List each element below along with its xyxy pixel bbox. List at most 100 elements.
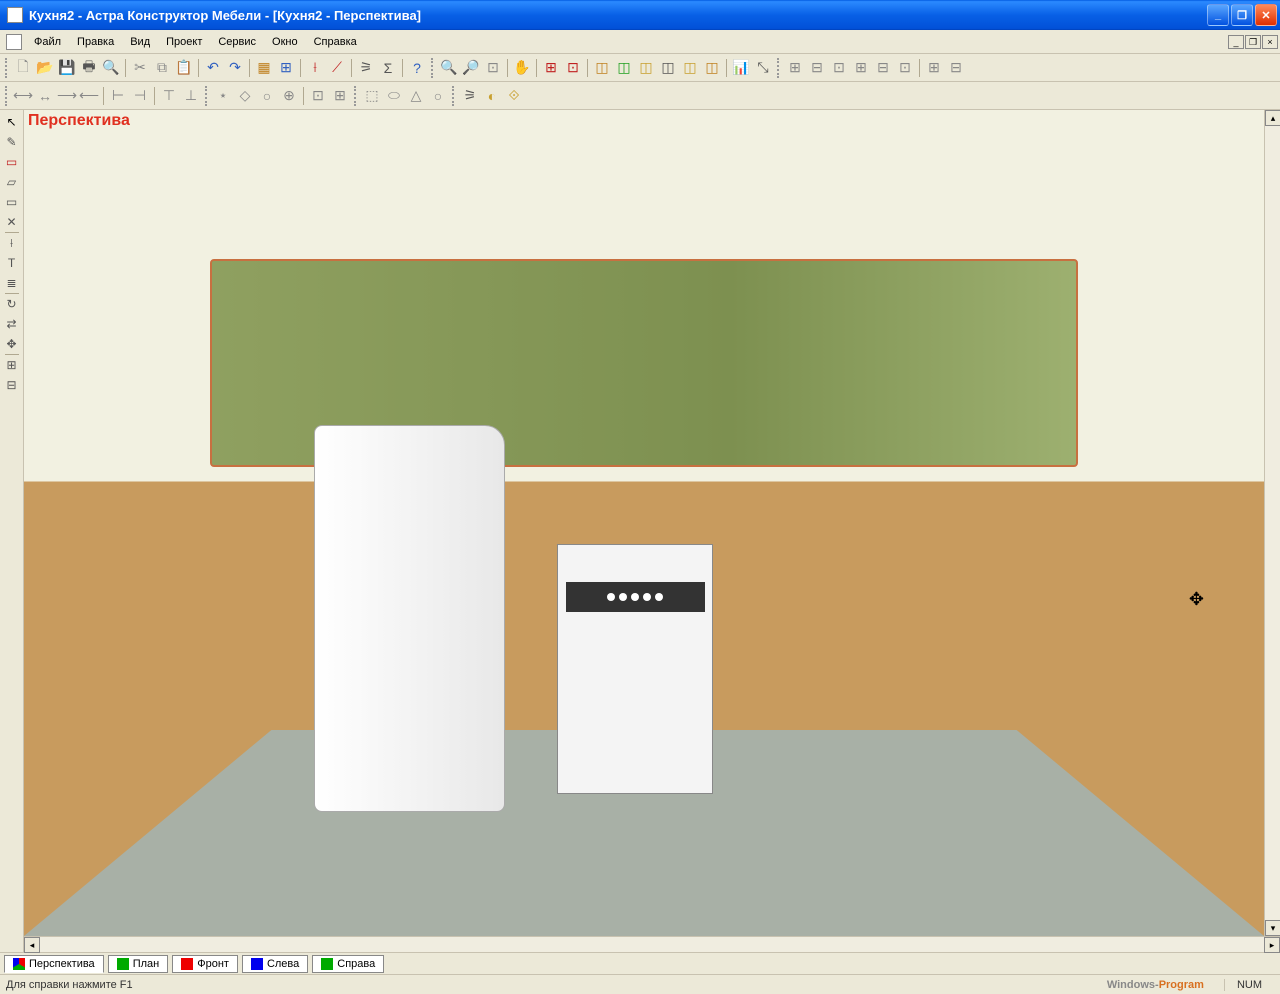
- menu-window[interactable]: Окно: [264, 32, 306, 52]
- render-3-icon[interactable]: ⟐: [503, 85, 525, 107]
- snap-6-icon[interactable]: ⊞: [329, 85, 351, 107]
- copy-icon[interactable]: ⧉: [151, 57, 173, 79]
- zoom-in-icon[interactable]: 🔍: [438, 57, 460, 79]
- dim-6-icon[interactable]: ⊣: [129, 85, 151, 107]
- box-b-icon[interactable]: ◫: [613, 57, 635, 79]
- dim-4-icon[interactable]: ⟵: [78, 85, 100, 107]
- new-icon[interactable]: 🗋: [12, 57, 34, 79]
- list-icon[interactable]: ≣: [2, 273, 22, 293]
- mdi-restore[interactable]: ❐: [1245, 35, 1261, 49]
- tab-left[interactable]: Слева: [242, 955, 308, 973]
- sum-icon[interactable]: Σ: [377, 57, 399, 79]
- redo-icon[interactable]: ↷: [224, 57, 246, 79]
- move-icon[interactable]: ✥: [2, 334, 22, 354]
- maximize-button[interactable]: ❐: [1231, 4, 1253, 26]
- ungroup-icon[interactable]: ⊟: [2, 375, 22, 395]
- chart-icon[interactable]: 📊: [730, 57, 752, 79]
- help-icon[interactable]: ?: [406, 57, 428, 79]
- mdi-minimize[interactable]: _: [1228, 35, 1244, 49]
- align-6-icon[interactable]: ⊡: [894, 57, 916, 79]
- delete-icon[interactable]: ✕: [2, 212, 22, 232]
- scrollbar-horizontal[interactable]: ◂ ▸: [24, 936, 1280, 952]
- close-button[interactable]: ✕: [1255, 4, 1277, 26]
- toolbar-grip[interactable]: [5, 86, 9, 106]
- diag-icon[interactable]: ⤡: [752, 57, 774, 79]
- dim-2-icon[interactable]: ↔: [34, 85, 56, 107]
- layer-icon[interactable]: ▦: [253, 57, 275, 79]
- tab-plan[interactable]: План: [108, 955, 169, 973]
- menu-help[interactable]: Справка: [306, 32, 365, 52]
- box-c-icon[interactable]: ◫: [635, 57, 657, 79]
- tab-front[interactable]: Фронт: [172, 955, 238, 973]
- align-1-icon[interactable]: ⊞: [784, 57, 806, 79]
- align-8-icon[interactable]: ⊟: [945, 57, 967, 79]
- wall-icon[interactable]: ▱: [2, 172, 22, 192]
- toolbar-grip[interactable]: [205, 86, 209, 106]
- toolbar-grip[interactable]: [431, 58, 435, 78]
- grid-icon[interactable]: ⊞: [275, 57, 297, 79]
- cut-icon[interactable]: ✂: [129, 57, 151, 79]
- select-icon[interactable]: ↖: [2, 112, 22, 132]
- undo-icon[interactable]: ↶: [202, 57, 224, 79]
- pan-icon[interactable]: ✋: [511, 57, 533, 79]
- align-3-icon[interactable]: ⊡: [828, 57, 850, 79]
- scroll-down-icon[interactable]: ▾: [1265, 920, 1280, 936]
- rect-icon[interactable]: ▭: [2, 192, 22, 212]
- mdi-icon[interactable]: [6, 34, 22, 50]
- dim-v-icon[interactable]: ⟊: [2, 233, 22, 253]
- box-d-icon[interactable]: ◫: [657, 57, 679, 79]
- menu-view[interactable]: Вид: [122, 32, 158, 52]
- group-icon[interactable]: ⊞: [2, 355, 22, 375]
- scroll-up-icon[interactable]: ▴: [1265, 110, 1280, 126]
- menu-service[interactable]: Сервис: [210, 32, 264, 52]
- scrollbar-vertical[interactable]: ▴ ▾: [1264, 110, 1280, 936]
- tool-b-icon[interactable]: ⟋: [326, 57, 348, 79]
- dim-5-icon[interactable]: ⊢: [107, 85, 129, 107]
- view-wire-icon[interactable]: ⊡: [562, 57, 584, 79]
- minimize-button[interactable]: _: [1207, 4, 1229, 26]
- shape-sphere-icon[interactable]: ○: [427, 85, 449, 107]
- shape-cone-icon[interactable]: △: [405, 85, 427, 107]
- zoom-fit-icon[interactable]: ⊡: [482, 57, 504, 79]
- menu-file[interactable]: Файл: [26, 32, 69, 52]
- zoom-out-icon[interactable]: 🔎: [460, 57, 482, 79]
- mirror-icon[interactable]: ⇄: [2, 314, 22, 334]
- toolbar-grip[interactable]: [777, 58, 781, 78]
- scroll-right-icon[interactable]: ▸: [1264, 937, 1280, 953]
- render-1-icon[interactable]: ⚞: [459, 85, 481, 107]
- snap-3-icon[interactable]: ○: [256, 85, 278, 107]
- box-e-icon[interactable]: ◫: [679, 57, 701, 79]
- align-4-icon[interactable]: ⊞: [850, 57, 872, 79]
- open-icon[interactable]: 📂: [34, 57, 56, 79]
- view-red-icon[interactable]: ⊞: [540, 57, 562, 79]
- edit-icon[interactable]: ✎: [2, 132, 22, 152]
- viewport-3d[interactable]: Перспектива ✥: [24, 110, 1264, 936]
- box-a-icon[interactable]: ◫: [591, 57, 613, 79]
- mdi-close[interactable]: ×: [1262, 35, 1278, 49]
- rotate-icon[interactable]: ↻: [2, 294, 22, 314]
- paste-icon[interactable]: 📋: [173, 57, 195, 79]
- tree-icon[interactable]: ⚞: [355, 57, 377, 79]
- save-icon[interactable]: 💾: [56, 57, 78, 79]
- print-preview-icon[interactable]: 🔍: [100, 57, 122, 79]
- dim-3-icon[interactable]: ⟶: [56, 85, 78, 107]
- shape-box-icon[interactable]: ⬚: [361, 85, 383, 107]
- tab-right[interactable]: Справа: [312, 955, 384, 973]
- align-5-icon[interactable]: ⊟: [872, 57, 894, 79]
- render-2-icon[interactable]: ◐: [481, 85, 503, 107]
- dim-7-icon[interactable]: ⊤: [158, 85, 180, 107]
- scroll-left-icon[interactable]: ◂: [24, 937, 40, 953]
- menu-project[interactable]: Проект: [158, 32, 210, 52]
- dim-8-icon[interactable]: ⊥: [180, 85, 202, 107]
- toolbar-grip[interactable]: [452, 86, 456, 106]
- print-icon[interactable]: 🖶: [78, 57, 100, 79]
- box-f-icon[interactable]: ◫: [701, 57, 723, 79]
- shape-cyl-icon[interactable]: ⬭: [383, 85, 405, 107]
- snap-1-icon[interactable]: ⋆: [212, 85, 234, 107]
- room-icon[interactable]: ▭: [2, 152, 22, 172]
- dim-1-icon[interactable]: ⟷: [12, 85, 34, 107]
- scroll-track[interactable]: [40, 937, 1264, 952]
- tool-a-icon[interactable]: ⟊: [304, 57, 326, 79]
- align-2-icon[interactable]: ⊟: [806, 57, 828, 79]
- snap-4-icon[interactable]: ⊕: [278, 85, 300, 107]
